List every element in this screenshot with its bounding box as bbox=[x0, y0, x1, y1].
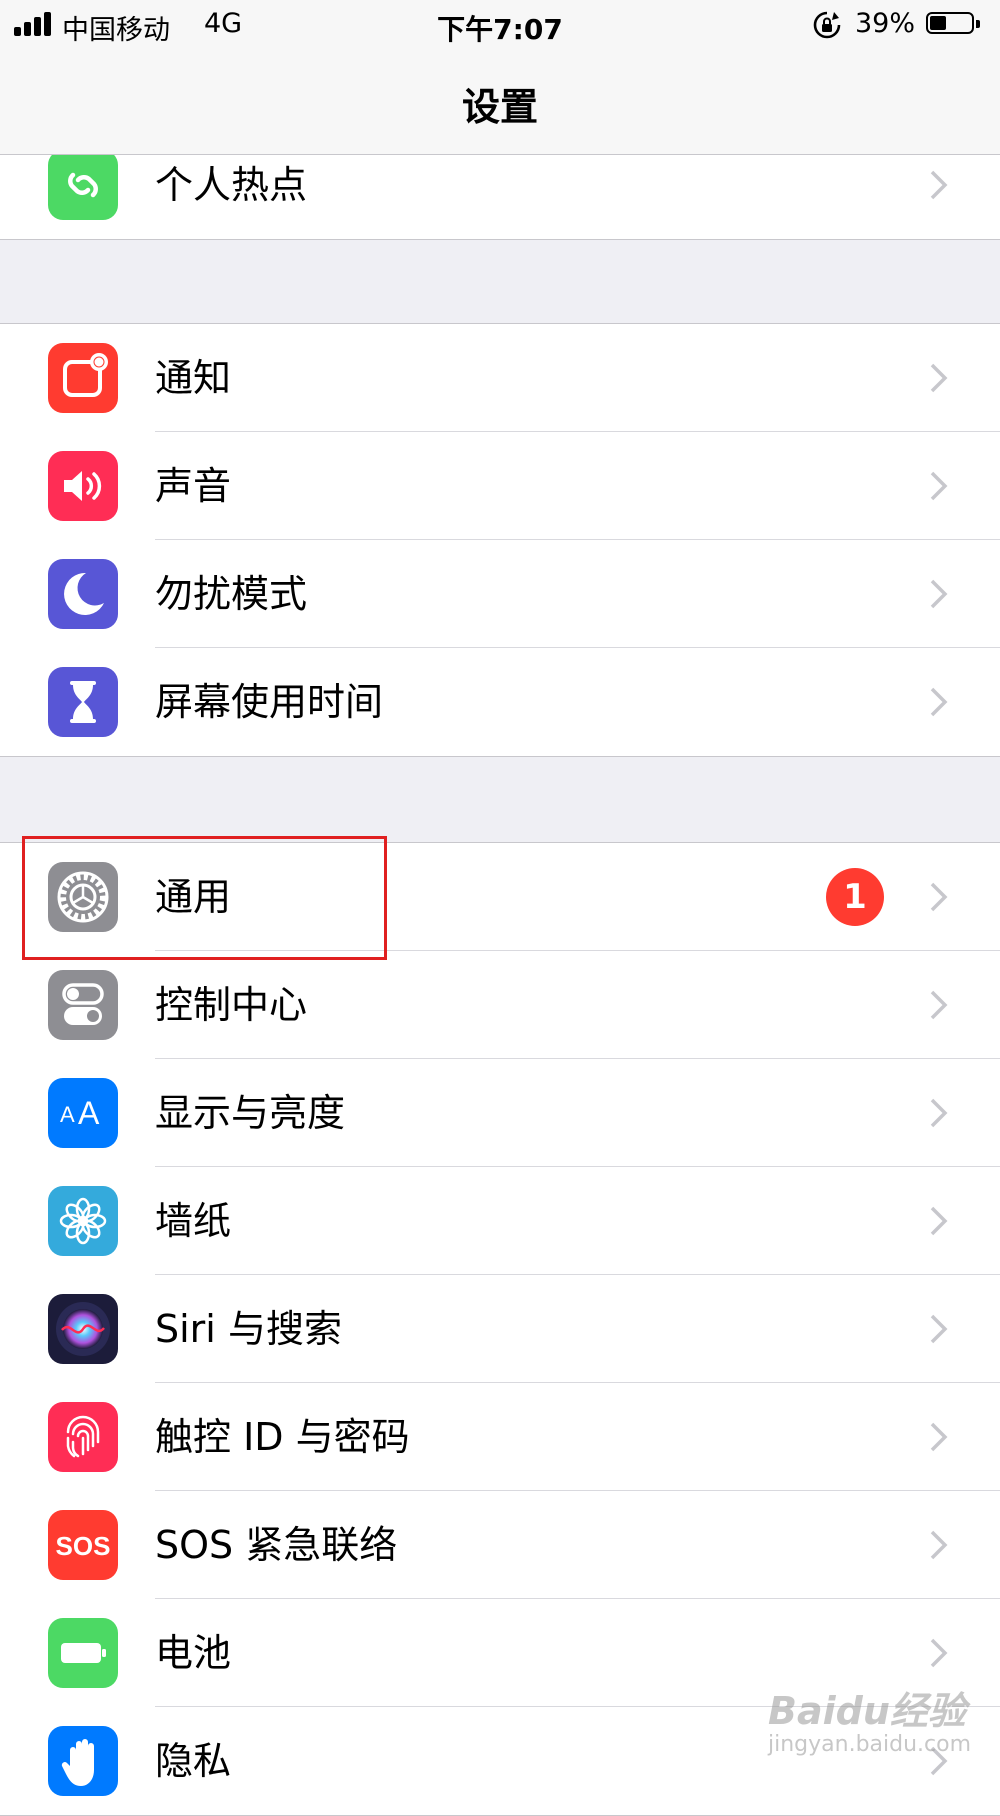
hotspot-icon bbox=[48, 150, 118, 220]
moon-icon bbox=[48, 559, 118, 629]
flower-icon bbox=[48, 1186, 118, 1256]
chevron-right-icon bbox=[930, 170, 948, 200]
row-label: 声音 bbox=[155, 464, 232, 508]
watermark-url: jingyan.baidu.com bbox=[768, 1732, 972, 1757]
chevron-right-icon bbox=[930, 1530, 948, 1560]
settings-row-wallpaper[interactable]: 墙纸 bbox=[0, 1167, 1000, 1275]
svg-text:SOS: SOS bbox=[56, 1531, 111, 1561]
status-bar: 中国移动 4G 下午7:07 39% bbox=[0, 0, 1000, 50]
chevron-right-icon bbox=[930, 1314, 948, 1344]
row-label: 勿扰模式 bbox=[155, 572, 308, 616]
row-label: 墙纸 bbox=[155, 1199, 232, 1243]
watermark-brand: Baidu经验 bbox=[768, 1689, 966, 1733]
battery-icon bbox=[926, 12, 984, 38]
row-label: 电池 bbox=[155, 1631, 232, 1675]
settings-row-display[interactable]: A A 显示与亮度 bbox=[0, 1059, 1000, 1167]
chevron-right-icon bbox=[930, 471, 948, 501]
page-title: 设置 bbox=[461, 85, 538, 129]
row-label: SOS 紧急联络 bbox=[155, 1523, 398, 1567]
toggles-icon bbox=[48, 970, 118, 1040]
settings-row-siri[interactable]: Siri 与搜索 bbox=[0, 1275, 1000, 1383]
settings-row-emergency-sos[interactable]: SOS SOS 紧急联络 bbox=[0, 1491, 1000, 1599]
speaker-icon bbox=[48, 451, 118, 521]
text-size-icon: A A bbox=[48, 1078, 118, 1148]
hand-icon bbox=[48, 1726, 118, 1796]
highlight-annotation bbox=[22, 836, 387, 960]
svg-text:A: A bbox=[60, 1102, 75, 1127]
chevron-right-icon bbox=[930, 1206, 948, 1236]
row-label: 隐私 bbox=[155, 1739, 232, 1783]
chevron-right-icon bbox=[930, 1098, 948, 1128]
settings-row-do-not-disturb[interactable]: 勿扰模式 bbox=[0, 540, 1000, 648]
rotation-lock-icon bbox=[813, 11, 841, 39]
row-label: 触控 ID 与密码 bbox=[155, 1415, 410, 1459]
top-bar: 中国移动 4G 下午7:07 39% 设置 bbox=[0, 0, 1000, 155]
settings-row-screen-time[interactable]: 屏幕使用时间 bbox=[0, 648, 1000, 756]
siri-icon bbox=[48, 1294, 118, 1364]
battery-percent: 39% bbox=[855, 8, 916, 39]
settings-group-notifications: 通知 声音 勿扰模式 屏幕使用时间 bbox=[0, 323, 1000, 757]
settings-row-touch-id[interactable]: 触控 ID 与密码 bbox=[0, 1383, 1000, 1491]
settings-row-control-center[interactable]: 控制中心 bbox=[0, 951, 1000, 1059]
settings-row-sounds[interactable]: 声音 bbox=[0, 432, 1000, 540]
chevron-right-icon bbox=[930, 687, 948, 717]
row-label: 控制中心 bbox=[155, 983, 308, 1027]
chevron-right-icon bbox=[930, 882, 948, 912]
chevron-right-icon bbox=[930, 579, 948, 609]
update-badge: 1 bbox=[826, 868, 884, 926]
row-label: Siri 与搜索 bbox=[155, 1307, 342, 1351]
sos-icon: SOS bbox=[48, 1510, 118, 1580]
notifications-icon bbox=[48, 343, 118, 413]
row-label: 屏幕使用时间 bbox=[155, 680, 384, 724]
svg-text:A: A bbox=[78, 1095, 100, 1131]
chevron-right-icon bbox=[930, 990, 948, 1020]
settings-group-general: 通用 1 控制中心 A A 显示与亮度 墙纸 Siri 与搜索 触控 ID 与密… bbox=[0, 842, 1000, 1816]
row-label: 通知 bbox=[155, 356, 232, 400]
fingerprint-icon bbox=[48, 1402, 118, 1472]
chevron-right-icon bbox=[930, 1422, 948, 1452]
chevron-right-icon bbox=[930, 1638, 948, 1668]
settings-row-notifications[interactable]: 通知 bbox=[0, 324, 1000, 432]
hourglass-icon bbox=[48, 667, 118, 737]
battery-app-icon bbox=[48, 1618, 118, 1688]
watermark: Baidu经验 jingyan.baidu.com bbox=[768, 1680, 972, 1760]
status-time: 下午7:07 bbox=[437, 13, 563, 46]
row-label: 显示与亮度 bbox=[155, 1091, 346, 1135]
chevron-right-icon bbox=[930, 363, 948, 393]
